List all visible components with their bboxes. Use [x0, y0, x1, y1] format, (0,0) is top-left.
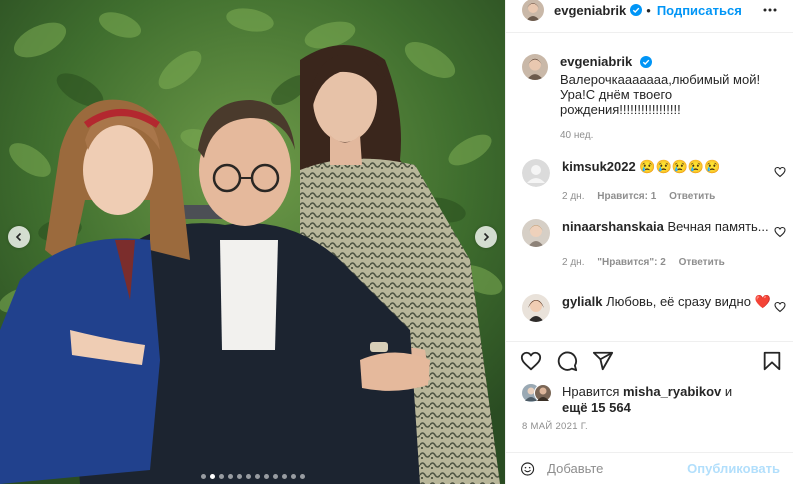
caption-author-username[interactable]: evgeniabrik [560, 54, 632, 69]
commenter-username[interactable]: kimsuk2022 [562, 159, 636, 174]
avatar-image [534, 384, 552, 402]
chevron-left-icon [15, 232, 22, 242]
follow-button[interactable]: Подписаться [657, 3, 742, 18]
like-heart-icon[interactable] [520, 350, 542, 372]
reply-button[interactable]: Ответить [669, 191, 715, 202]
carousel-dot [299, 474, 305, 479]
post-caption: evgeniabrik Валерочкаааааaa,любимый мой!… [522, 54, 782, 141]
verified-badge-icon [639, 56, 652, 68]
carousel-dot [218, 474, 224, 479]
comment-text: Вечная память... [667, 219, 769, 234]
comment-likes[interactable]: Нравится: 1 [597, 191, 656, 202]
publish-button[interactable]: Опубликовать [687, 461, 780, 476]
comment-age[interactable]: 2 дн. [562, 257, 584, 268]
add-comment-bar: Опубликовать [506, 452, 793, 484]
likes-conjunction: и [724, 384, 733, 399]
post-photo[interactable] [0, 0, 505, 484]
author-username[interactable]: evgeniabrik [554, 3, 626, 18]
carousel-next-button[interactable] [475, 226, 497, 248]
caption-author-avatar[interactable] [522, 54, 548, 80]
carousel-prev-button[interactable] [8, 226, 30, 248]
save-bookmark-icon[interactable] [762, 350, 782, 372]
carousel-indicator [0, 474, 505, 479]
avatar-image [522, 294, 550, 322]
share-paper-plane-icon[interactable] [592, 350, 614, 372]
comment-input[interactable] [547, 461, 688, 476]
post-side-panel: evgeniabrik • Подписаться evgeniabrik Ва… [505, 0, 793, 484]
carousel-dot [245, 474, 251, 479]
carousel-dot [290, 474, 296, 479]
family-photo [0, 0, 505, 484]
caption-text: Валерочкаааааaa,любимый мой! Ура!С днём … [560, 72, 761, 117]
default-avatar-icon [522, 159, 550, 187]
caption-age[interactable]: 40 нед. [560, 130, 770, 141]
post-date[interactable]: 8 МАЙ 2021 Г. [522, 421, 588, 432]
likes-summary: Нравится misha_ryabikov и ещё 15 564 [522, 384, 786, 416]
commenter-avatar[interactable] [522, 294, 550, 322]
reply-button[interactable]: Ответить [679, 257, 725, 268]
chevron-right-icon [483, 232, 490, 242]
commenter-username[interactable]: ninaarshanskaia [562, 219, 664, 234]
avatar-image [522, 0, 544, 21]
verified-badge-icon [630, 4, 643, 16]
post-header: evgeniabrik • Подписаться [506, 0, 793, 21]
like-comment-heart-icon[interactable] [774, 226, 786, 238]
avatar-image [522, 219, 550, 247]
carousel-dot [227, 474, 233, 479]
carousel-dot [254, 474, 260, 479]
comment-text: Любовь, её сразу видно ❤️ [606, 294, 771, 309]
comment-item: ninaarshanskaia Вечная память... 2 дн. "… [522, 219, 786, 268]
likes-count-link[interactable]: ещё 15 564 [562, 400, 631, 415]
post-actions [520, 350, 782, 374]
carousel-dot [281, 474, 287, 479]
carousel-dot [236, 474, 242, 479]
like-comment-heart-icon[interactable] [774, 166, 786, 178]
carousel-dot [263, 474, 269, 479]
carousel-dot [200, 474, 206, 479]
author-avatar[interactable] [522, 0, 544, 21]
carousel-dot [209, 474, 215, 479]
emoji-icon[interactable] [520, 458, 535, 480]
commenter-avatar[interactable] [522, 159, 550, 187]
actions-divider [506, 341, 793, 342]
commenter-username[interactable]: gylialk [562, 294, 602, 309]
more-horizontal-icon[interactable] [762, 2, 778, 18]
like-comment-heart-icon[interactable] [774, 301, 786, 313]
carousel-dot [272, 474, 278, 479]
liker-username[interactable]: misha_ryabikov [623, 384, 721, 399]
avatar-image [522, 54, 548, 80]
comment-age[interactable]: 2 дн. [562, 191, 584, 202]
comment-likes[interactable]: "Нравится": 2 [597, 257, 666, 268]
comment-text: 😢😢😢😢😢 [639, 159, 721, 174]
instagram-post-modal: evgeniabrik • Подписаться evgeniabrik Ва… [0, 0, 793, 484]
comment-item: gylialk Любовь, её сразу видно ❤️ [522, 294, 786, 322]
comment-bubble-icon[interactable] [556, 350, 578, 372]
likes-prefix: Нравится [562, 384, 620, 399]
header-divider [506, 32, 793, 33]
comment-item: kimsuk2022 😢😢😢😢😢 2 дн. Нравится: 1 Ответ… [522, 159, 786, 202]
commenter-avatar[interactable] [522, 219, 550, 247]
liker-avatars [522, 384, 554, 402]
